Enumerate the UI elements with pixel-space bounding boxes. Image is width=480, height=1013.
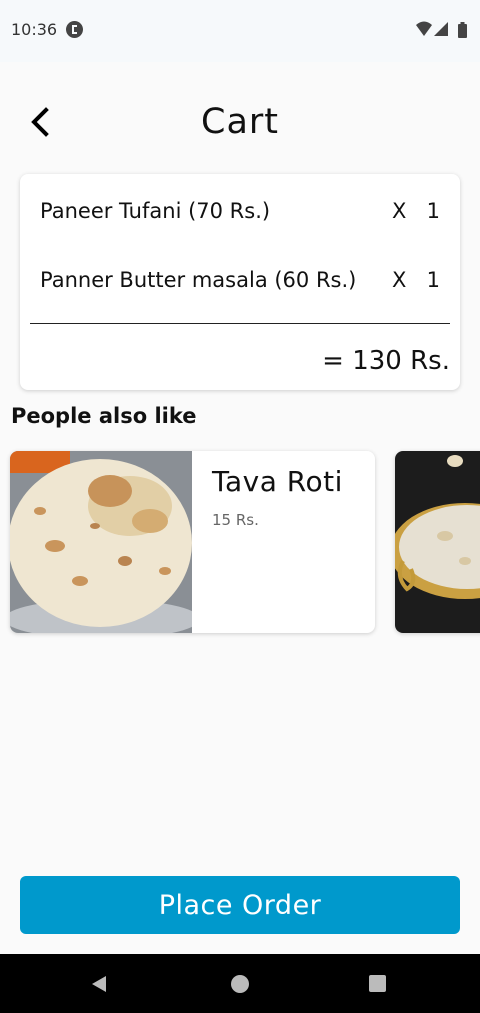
cart-item-name: Panner Butter masala (60 Rs.) [40,268,357,292]
status-icons [416,21,470,39]
nav-recents-icon[interactable] [369,975,386,992]
cart-divider [30,323,450,324]
cart-item-quantity: 1 [426,268,440,292]
status-time: 10:36 [11,20,58,39]
status-bar: 10:36 [0,0,480,62]
nav-home-icon[interactable] [231,975,249,993]
wifi-icon [416,21,432,36]
header: Cart [0,62,480,172]
cart-item-quantity: 1 [426,199,440,223]
suggestion-card[interactable]: Tava Roti 15 Rs. [10,451,375,633]
cart-item-row: Panner Butter masala (60 Rs.) X 1 [40,262,440,298]
kheer-bowl-photo [395,451,480,633]
cart-item-row: Paneer Tufani (70 Rs.) X 1 [40,193,440,229]
cart-item-name: Paneer Tufani (70 Rs.) [40,199,271,223]
suggestions-title: People also like [11,404,197,428]
cart-summary-card: Paneer Tufani (70 Rs.) X 1 Panner Butter… [20,174,460,390]
signal-icon [434,22,448,36]
cart-item-times: X [392,199,407,223]
tava-roti-photo [10,451,192,633]
navigation-bar [0,954,480,1013]
place-order-button[interactable]: Place Order [20,876,460,934]
cart-total: = 130 Rs. [322,346,450,376]
cart-item-times: X [392,268,407,292]
suggestion-card[interactable] [395,451,480,633]
battery-icon [458,22,467,38]
nav-back-icon[interactable] [90,975,108,993]
suggestion-name: Tava Roti [212,465,343,498]
app-notification-icon [66,21,83,38]
page-title: Cart [201,102,279,142]
suggestion-price: 15 Rs. [212,511,259,529]
